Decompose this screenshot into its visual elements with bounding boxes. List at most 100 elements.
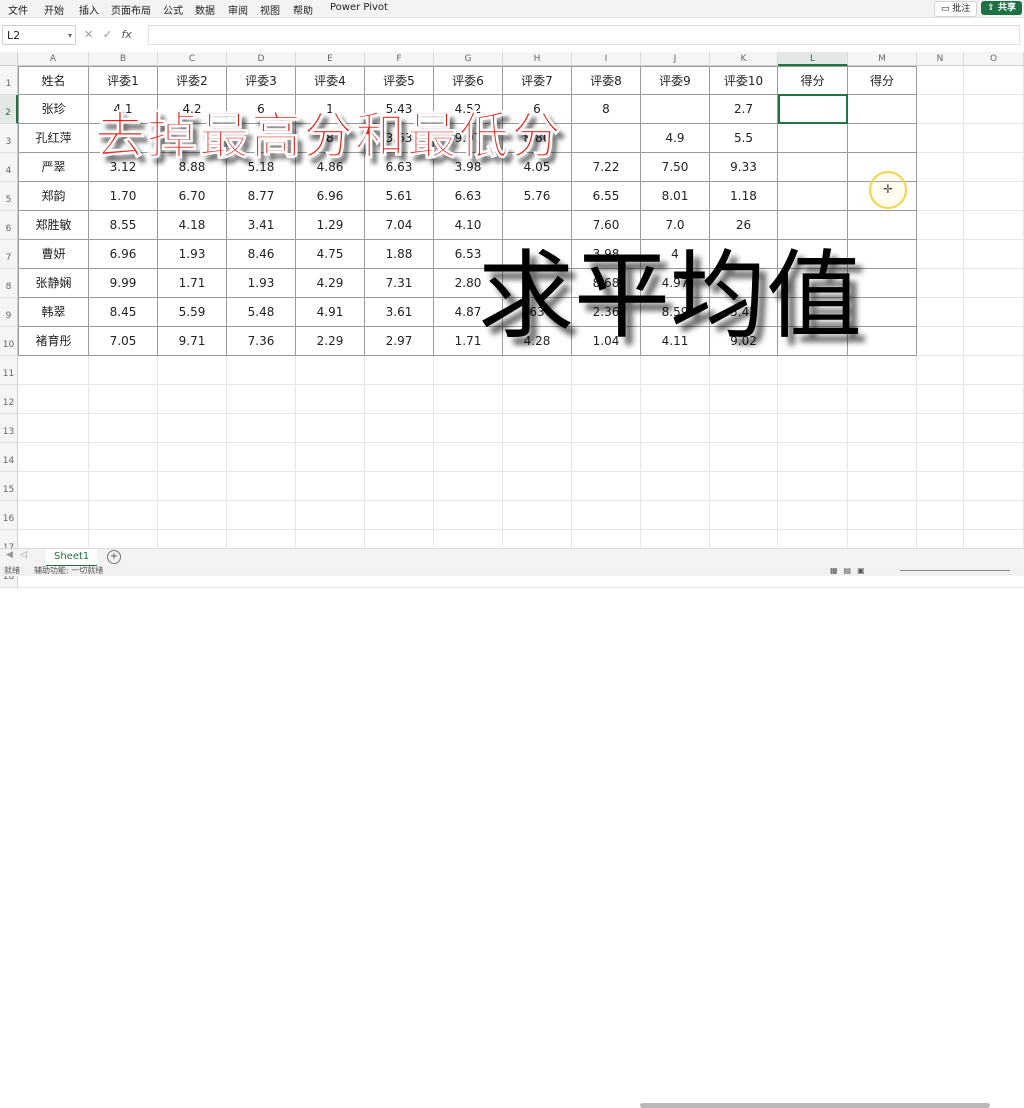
table-cell[interactable]: 6.96 <box>89 240 158 269</box>
chevron-down-icon[interactable]: ▾ <box>68 26 72 46</box>
row-header-16[interactable]: 16 <box>0 501 18 530</box>
table-header-cell[interactable]: 评委9 <box>641 66 710 95</box>
table-cell[interactable]: 6.55 <box>572 182 641 211</box>
table-cell[interactable]: 1.18 <box>710 182 778 211</box>
table-header-cell[interactable]: 评委6 <box>434 66 503 95</box>
prev-sheet-icon[interactable]: ◁ <box>20 550 27 560</box>
formula-input[interactable] <box>148 25 1020 45</box>
column-header-a[interactable]: A <box>18 52 89 66</box>
menu-data[interactable]: 数据 <box>195 2 215 17</box>
table-header-cell[interactable]: 评委7 <box>503 66 572 95</box>
view-mode-icons[interactable]: ▦▤▣ <box>830 566 871 576</box>
column-header-k[interactable]: K <box>710 52 778 66</box>
table-cell[interactable]: 5.5 <box>710 124 778 153</box>
column-header-g[interactable]: G <box>434 52 503 66</box>
table-cell[interactable]: 9.33 <box>710 153 778 182</box>
table-cell[interactable]: 6.96 <box>296 182 365 211</box>
table-cell[interactable]: 8.01 <box>641 182 710 211</box>
table-cell[interactable]: 7.31 <box>365 269 434 298</box>
table-cell[interactable]: 1.71 <box>158 269 227 298</box>
table-header-cell[interactable]: 评委2 <box>158 66 227 95</box>
table-cell[interactable]: 褚育彤 <box>18 327 89 356</box>
row-header-9[interactable]: 9 <box>0 298 18 327</box>
menu-home[interactable]: 开始 <box>44 2 64 17</box>
table-cell[interactable]: 7.50 <box>641 153 710 182</box>
row-header-8[interactable]: 8 <box>0 269 18 298</box>
menu-insert[interactable]: 插入 <box>79 2 99 17</box>
column-header-l[interactable]: L <box>778 52 848 66</box>
menu-page-layout[interactable]: 页面布局 <box>111 2 151 17</box>
cancel-icon[interactable]: ✕ <box>84 28 93 41</box>
table-header-cell[interactable]: 评委4 <box>296 66 365 95</box>
table-cell[interactable]: 严翠 <box>18 153 89 182</box>
add-sheet-icon[interactable]: + <box>107 550 121 564</box>
row-header-15[interactable]: 15 <box>0 472 18 501</box>
column-header-b[interactable]: B <box>89 52 158 66</box>
table-cell[interactable]: 1.29 <box>296 211 365 240</box>
table-cell[interactable]: 1.93 <box>158 240 227 269</box>
table-header-cell[interactable]: 姓名 <box>18 66 89 95</box>
table-cell[interactable]: 4.75 <box>296 240 365 269</box>
table-cell[interactable]: 5.61 <box>365 182 434 211</box>
table-cell[interactable]: 郑胜敏 <box>18 211 89 240</box>
table-cell[interactable]: 2.97 <box>365 327 434 356</box>
table-cell[interactable]: 郑韵 <box>18 182 89 211</box>
row-header-2[interactable]: 2 <box>0 95 18 124</box>
table-cell[interactable]: 张静娴 <box>18 269 89 298</box>
confirm-icon[interactable]: ✓ <box>103 28 112 41</box>
row-header-1[interactable]: 1 <box>0 66 18 95</box>
table-cell[interactable]: 5.48 <box>227 298 296 327</box>
table-cell[interactable]: 7.22 <box>572 153 641 182</box>
table-cell[interactable]: 8.46 <box>227 240 296 269</box>
table-cell[interactable]: 6.70 <box>158 182 227 211</box>
table-cell[interactable]: 3.41 <box>227 211 296 240</box>
row-header-11[interactable]: 11 <box>0 356 18 385</box>
table-cell[interactable]: 曹妍 <box>18 240 89 269</box>
table-cell[interactable]: 1.70 <box>89 182 158 211</box>
zoom-slider[interactable] <box>900 570 1010 571</box>
row-header-7[interactable]: 7 <box>0 240 18 269</box>
table-header-cell[interactable]: 评委8 <box>572 66 641 95</box>
row-header-5[interactable]: 5 <box>0 182 18 211</box>
table-header-cell[interactable]: 评委10 <box>710 66 778 95</box>
column-header-d[interactable]: D <box>227 52 296 66</box>
table-cell[interactable]: 8.55 <box>89 211 158 240</box>
table-cell[interactable]: 7.05 <box>89 327 158 356</box>
table-cell[interactable]: 1.93 <box>227 269 296 298</box>
table-cell[interactable]: 韩翠 <box>18 298 89 327</box>
selected-cell[interactable] <box>778 94 848 124</box>
select-all-corner[interactable] <box>0 52 18 66</box>
table-cell[interactable]: 9.71 <box>158 327 227 356</box>
table-cell[interactable] <box>848 95 917 124</box>
table-cell[interactable]: 7.04 <box>365 211 434 240</box>
table-cell[interactable]: 5.59 <box>158 298 227 327</box>
table-cell[interactable] <box>848 124 917 153</box>
column-header-h[interactable]: H <box>503 52 572 66</box>
column-header-e[interactable]: E <box>296 52 365 66</box>
column-header-f[interactable]: F <box>365 52 434 66</box>
table-header-cell[interactable]: 评委5 <box>365 66 434 95</box>
row-header-6[interactable]: 6 <box>0 211 18 240</box>
column-header-n[interactable]: N <box>917 52 964 66</box>
table-cell[interactable] <box>641 95 710 124</box>
column-header-o[interactable]: O <box>964 52 1024 66</box>
table-cell[interactable]: 4.91 <box>296 298 365 327</box>
name-box[interactable]: L2 ▾ <box>2 25 76 45</box>
table-cell[interactable]: 4.18 <box>158 211 227 240</box>
menu-power-pivot[interactable]: Power Pivot <box>330 2 388 13</box>
table-cell[interactable]: 2.29 <box>296 327 365 356</box>
menu-file[interactable]: 文件 <box>8 2 28 17</box>
table-cell[interactable]: 张珍 <box>18 95 89 124</box>
accessibility-status[interactable]: 辅助功能: 一切就绪 <box>34 566 103 576</box>
menu-view[interactable]: 视图 <box>260 2 280 17</box>
table-cell[interactable]: 5.76 <box>503 182 572 211</box>
horizontal-scrollbar[interactable] <box>640 1103 990 1108</box>
table-cell[interactable]: 8.45 <box>89 298 158 327</box>
table-cell[interactable]: 3.61 <box>365 298 434 327</box>
menu-formulas[interactable]: 公式 <box>163 2 183 17</box>
sheet-tab[interactable]: Sheet1 <box>46 549 98 567</box>
table-cell[interactable]: 1.88 <box>365 240 434 269</box>
first-sheet-icon[interactable]: ◀ <box>6 550 13 560</box>
table-cell[interactable]: 8 <box>572 95 641 124</box>
table-cell[interactable]: 4.9 <box>641 124 710 153</box>
